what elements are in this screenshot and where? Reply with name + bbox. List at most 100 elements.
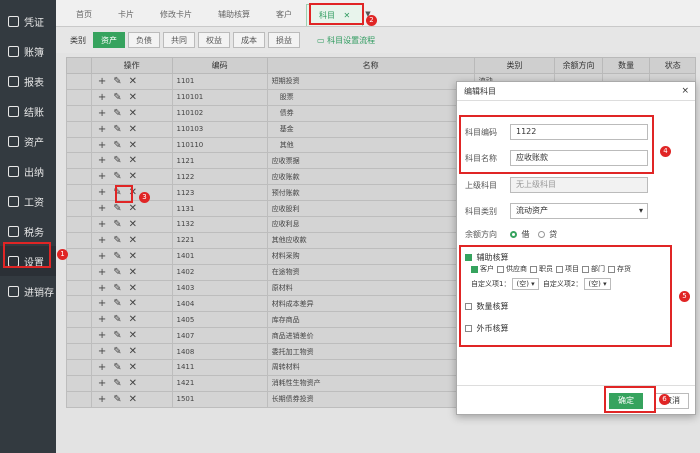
plus-icon[interactable]: + <box>98 203 113 214</box>
edit-icon[interactable]: ✎ <box>113 108 128 119</box>
delete-icon[interactable]: ✕ <box>129 203 144 214</box>
delete-icon[interactable]: ✕ <box>129 124 144 135</box>
edit-icon[interactable]: ✎ <box>113 378 128 389</box>
delete-icon[interactable]: ✕ <box>129 267 144 278</box>
sidebar-item-0[interactable]: 凭证 <box>0 6 56 36</box>
plus-icon[interactable]: + <box>98 155 113 166</box>
delete-icon[interactable]: ✕ <box>129 140 144 151</box>
plus-icon[interactable]: + <box>98 298 113 309</box>
edit-icon[interactable]: ✎ <box>113 124 128 135</box>
highlight-settings <box>3 242 51 268</box>
row-code: 1421 <box>171 374 268 392</box>
plus-icon[interactable]: + <box>98 187 113 198</box>
delete-icon[interactable]: ✕ <box>129 92 144 103</box>
delete-icon[interactable]: ✕ <box>129 330 144 341</box>
plus-icon[interactable]: + <box>98 362 113 373</box>
delete-icon[interactable]: ✕ <box>129 251 144 262</box>
delete-icon[interactable]: ✕ <box>129 283 144 294</box>
row-ops: +✎✕ <box>90 152 173 170</box>
delete-icon[interactable]: ✕ <box>129 171 144 182</box>
row-ops: +✎✕ <box>90 390 173 408</box>
delete-icon[interactable]: ✕ <box>129 108 144 119</box>
edit-icon[interactable]: ✎ <box>113 362 128 373</box>
filter-equity-button[interactable]: 权益 <box>198 32 230 48</box>
filter-asset-button[interactable]: 资产 <box>93 32 125 48</box>
plus-icon[interactable]: + <box>98 330 113 341</box>
sidebar-item-1[interactable]: 账簿 <box>0 36 56 66</box>
edit-icon[interactable]: ✎ <box>113 283 128 294</box>
plus-icon[interactable]: + <box>98 140 113 151</box>
edit-icon[interactable]: ✎ <box>113 155 128 166</box>
edit-icon[interactable]: ✎ <box>113 92 128 103</box>
tax-icon <box>8 225 19 237</box>
close-icon[interactable]: × <box>681 82 689 101</box>
filter-liability-button[interactable]: 负债 <box>128 32 160 48</box>
edit-icon[interactable]: ✎ <box>113 314 128 325</box>
plus-icon[interactable]: + <box>98 219 113 230</box>
plus-icon[interactable]: + <box>98 108 113 119</box>
sidebar-item-6[interactable]: 工资 <box>0 186 56 216</box>
row-name: 材料成本差异 <box>266 295 475 313</box>
chevron-down-icon: ▾ <box>638 206 643 215</box>
subject-flow-link[interactable]: ▭ 科目设置流程 <box>317 35 375 46</box>
tab-card[interactable]: 卡片 <box>106 4 146 26</box>
plus-icon[interactable]: + <box>98 378 113 389</box>
plus-icon[interactable]: + <box>98 346 113 357</box>
filter-cost-button[interactable]: 成本 <box>233 32 265 48</box>
delete-icon[interactable]: ✕ <box>129 235 144 246</box>
edit-icon[interactable]: ✎ <box>113 76 128 87</box>
edit-icon[interactable]: ✎ <box>113 346 128 357</box>
edit-icon[interactable]: ✎ <box>113 235 128 246</box>
plus-icon[interactable]: + <box>98 314 113 325</box>
sidebar-item-4[interactable]: 资产 <box>0 126 56 156</box>
delete-icon[interactable]: ✕ <box>129 362 144 373</box>
edit-icon[interactable]: ✎ <box>113 394 128 405</box>
sidebar-item-2[interactable]: 报表 <box>0 66 56 96</box>
tab-customer[interactable]: 客户 <box>264 4 304 26</box>
plus-icon[interactable]: + <box>98 76 113 87</box>
edit-icon[interactable]: ✎ <box>113 140 128 151</box>
row-name: 债券 <box>266 104 475 122</box>
plus-icon[interactable]: + <box>98 394 113 405</box>
plus-icon[interactable]: + <box>98 124 113 135</box>
sidebar-item-3[interactable]: 结账 <box>0 96 56 126</box>
row-ops: +✎✕ <box>90 104 173 122</box>
edit-icon[interactable]: ✎ <box>113 330 128 341</box>
filter-common-button[interactable]: 共同 <box>163 32 195 48</box>
plus-icon[interactable]: + <box>98 171 113 182</box>
dialog-title: 编辑科目 <box>464 87 496 96</box>
delete-icon[interactable]: ✕ <box>129 378 144 389</box>
sidebar-item-9[interactable]: 进销存 <box>0 276 56 306</box>
tab-home[interactable]: 首页 <box>64 4 104 26</box>
plus-icon[interactable]: + <box>98 267 113 278</box>
filter-profit-loss-button[interactable]: 损益 <box>268 32 300 48</box>
edit-icon[interactable]: ✎ <box>113 267 128 278</box>
delete-icon[interactable]: ✕ <box>129 298 144 309</box>
edit-icon[interactable]: ✎ <box>113 203 128 214</box>
debit-radio[interactable]: 借 <box>510 229 530 240</box>
parent-input[interactable]: 无上级科目 <box>510 177 648 193</box>
edit-icon[interactable]: ✎ <box>113 171 128 182</box>
delete-icon[interactable]: ✕ <box>129 394 144 405</box>
plus-icon[interactable]: + <box>98 92 113 103</box>
parent-label: 上级科目 <box>465 180 497 190</box>
delete-icon[interactable]: ✕ <box>129 314 144 325</box>
plus-icon[interactable]: + <box>98 235 113 246</box>
delete-icon[interactable]: ✕ <box>129 155 144 166</box>
edit-icon[interactable]: ✎ <box>113 219 128 230</box>
plus-icon[interactable]: + <box>98 283 113 294</box>
type-select[interactable]: 流动资产 ▾ <box>510 203 648 219</box>
edit-icon[interactable]: ✎ <box>113 298 128 309</box>
delete-icon[interactable]: ✕ <box>129 76 144 87</box>
row-checkbox-cell <box>66 374 92 392</box>
sidebar-item-5[interactable]: 出纳 <box>0 156 56 186</box>
row-name: 应收账款 <box>266 168 475 186</box>
credit-radio[interactable]: 贷 <box>537 229 557 240</box>
row-code: 1407 <box>171 327 268 345</box>
edit-icon[interactable]: ✎ <box>113 251 128 262</box>
delete-icon[interactable]: ✕ <box>129 219 144 230</box>
plus-icon[interactable]: + <box>98 251 113 262</box>
delete-icon[interactable]: ✕ <box>129 346 144 357</box>
tab-edit-card[interactable]: 修改卡片 <box>148 4 204 26</box>
tab-aux-accounting[interactable]: 辅助核算 <box>206 4 262 26</box>
